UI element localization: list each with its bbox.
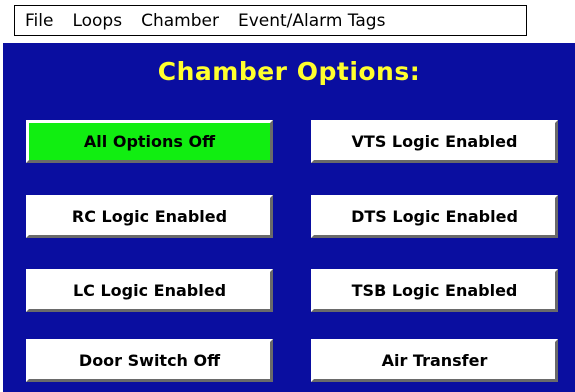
chamber-options-panel: Chamber Options: All Options Off VTS Log… bbox=[3, 43, 575, 392]
air-transfer-button[interactable]: Air Transfer bbox=[311, 339, 558, 382]
tsb-logic-button[interactable]: TSB Logic Enabled bbox=[311, 269, 558, 312]
all-options-off-button[interactable]: All Options Off bbox=[26, 120, 273, 163]
rc-logic-button[interactable]: RC Logic Enabled bbox=[26, 195, 273, 238]
vts-logic-button[interactable]: VTS Logic Enabled bbox=[311, 120, 558, 163]
menu-loops[interactable]: Loops bbox=[72, 11, 122, 31]
menu-chamber[interactable]: Chamber bbox=[141, 11, 219, 31]
dts-logic-button[interactable]: DTS Logic Enabled bbox=[311, 195, 558, 238]
menu-file[interactable]: File bbox=[25, 11, 53, 31]
door-switch-button[interactable]: Door Switch Off bbox=[26, 339, 273, 382]
menu-event-alarm-tags[interactable]: Event/Alarm Tags bbox=[238, 11, 386, 31]
panel-title: Chamber Options: bbox=[157, 57, 421, 86]
menu-bar: File Loops Chamber Event/Alarm Tags bbox=[14, 5, 527, 36]
lc-logic-button[interactable]: LC Logic Enabled bbox=[26, 269, 273, 312]
